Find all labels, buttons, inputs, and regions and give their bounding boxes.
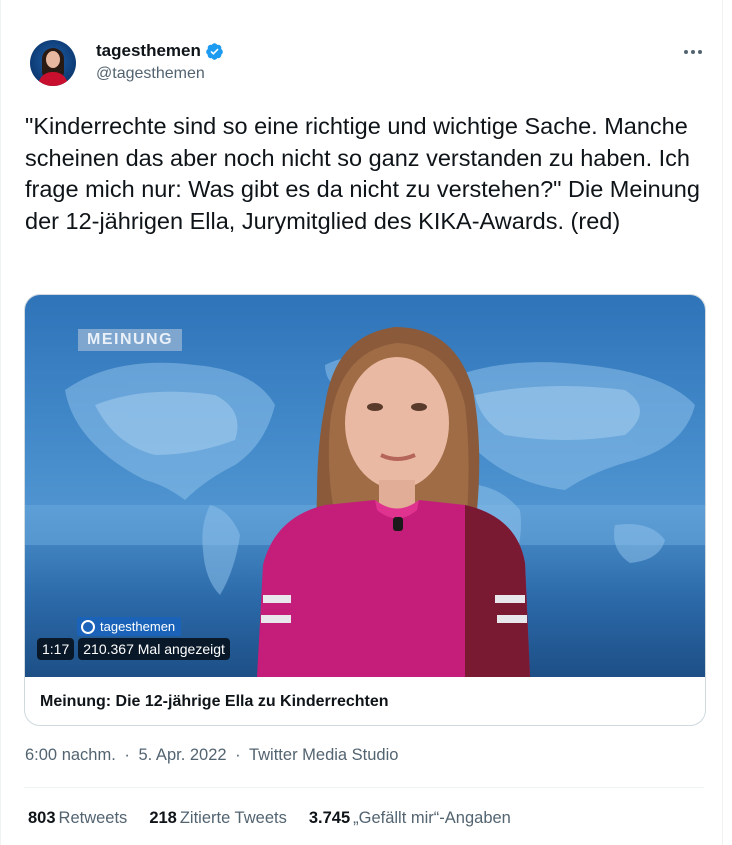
tweet-stats: 803 Retweets 218 Zitierte Tweets 3.745 „Gef… [28, 809, 533, 828]
tweet-header: tagesthemen @tagesthemen [30, 40, 710, 88]
meta-separator: · [235, 746, 241, 764]
likes-stat[interactable]: 3.745 „Gefällt mir“-Angaben [309, 809, 511, 828]
tweet-date[interactable]: 5. Apr. 2022 [139, 746, 227, 764]
left-border [0, 0, 1, 845]
meinung-overlay-tag: MEINUNG [78, 329, 183, 351]
quotes-stat[interactable]: 218 Zitierte Tweets [149, 809, 287, 828]
author-name[interactable]: tagesthemen [96, 41, 201, 61]
right-border [722, 0, 723, 845]
video-views: 210.367 Mal angezeigt [78, 638, 230, 660]
quotes-count: 218 [149, 809, 177, 827]
video-title[interactable]: Meinung: Die 12-jährige Ella zu Kinderre… [40, 693, 389, 711]
video-card[interactable]: MEINUNG tagesthemen 1:17 210.367 Mal ang… [24, 294, 706, 726]
channel-logo: tagesthemen [77, 617, 182, 636]
retweets-count: 803 [28, 809, 56, 827]
tweet-text: "Kinderrechte sind so eine richtige und … [25, 113, 700, 234]
verified-badge-icon [206, 42, 223, 60]
author-handle[interactable]: @tagesthemen [96, 65, 205, 83]
quotes-label: Zitierte Tweets [179, 809, 287, 827]
avatar[interactable] [30, 40, 76, 86]
video-duration: 1:17 [37, 638, 75, 660]
tweet-time[interactable]: 6:00 nachm. [25, 746, 116, 764]
channel-logo-icon [81, 619, 95, 634]
likes-count: 3.745 [308, 809, 351, 827]
video-player[interactable]: MEINUNG tagesthemen 1:17 210.367 Mal ang… [25, 295, 705, 677]
tweet-source[interactable]: Twitter Media Studio [249, 746, 398, 764]
tweet-meta: 6:00 nachm. · 5. Apr. 2022 · Twitter Med… [25, 746, 398, 765]
more-dots-icon[interactable] [676, 40, 710, 64]
retweets-stat[interactable]: 803 Retweets [28, 809, 127, 828]
retweets-label: Retweets [58, 809, 128, 827]
divider [24, 787, 704, 788]
video-badges: 1:17 210.367 Mal angezeigt [37, 638, 234, 660]
meta-separator: · [124, 746, 130, 764]
tweet-card: tagesthemen @tagesthemen "Kinderrechte s… [0, 0, 732, 845]
author-name-row[interactable]: tagesthemen [96, 41, 224, 61]
channel-logo-text: tagesthemen [100, 619, 176, 634]
likes-label: „Gefällt mir“-Angaben [353, 809, 511, 827]
